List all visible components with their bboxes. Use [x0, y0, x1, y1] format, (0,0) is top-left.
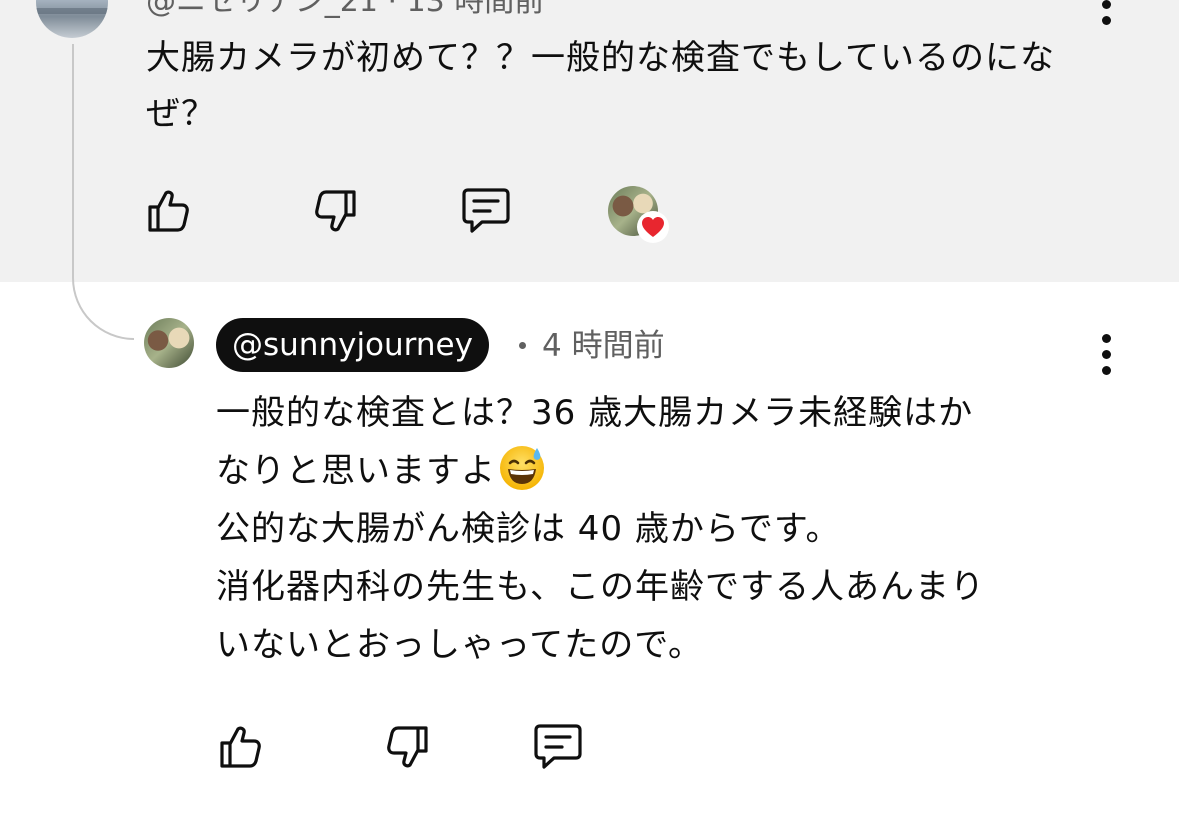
thumbs-up-icon[interactable]	[216, 722, 264, 770]
reply-line-with-emoji: なりと思いますよ	[216, 442, 1116, 500]
comment-header: @ニセリアン_21 · 13 時間前	[146, 0, 545, 19]
grinning-face-with-sweat-emoji	[500, 446, 544, 490]
reply-timestamp: 4 時間前	[542, 328, 665, 364]
more-options-icon[interactable]	[1086, 324, 1126, 384]
thumbs-down-icon[interactable]	[384, 724, 432, 772]
reply-comment-icon[interactable]	[460, 186, 512, 236]
separator-dot	[519, 342, 526, 349]
creator-heart-badge	[608, 186, 672, 244]
thread-connector-line	[72, 44, 134, 340]
thumbs-up-icon[interactable]	[144, 186, 192, 234]
comment-text: 大腸カメラが初めて？？一般的な検査でもしているのになぜ？	[146, 38, 1055, 134]
commenter-avatar[interactable]	[36, 0, 108, 38]
comment-thread: @ニセリアン_21 · 13 時間前 大腸カメラが初めて？？一般的な検査でもして…	[0, 0, 1179, 837]
reply-author-handle[interactable]: @sunnyjourney	[216, 318, 489, 372]
reply-text: 一般的な検査とは？36 歳大腸カメラ未経験はか なりと思いますよ 公的な大腸がん…	[216, 384, 1116, 674]
reply-comment-icon[interactable]	[532, 722, 584, 772]
highlighted-comment: @ニセリアン_21 · 13 時間前 大腸カメラが初めて？？一般的な検査でもして…	[0, 0, 1179, 282]
reply-author-avatar[interactable]	[144, 318, 194, 368]
reply-line: 公的な大腸がん検診は 40 歳からです。	[216, 509, 841, 549]
reply-line: なりと思いますよ	[216, 451, 496, 491]
reply-line: 一般的な検査とは？36 歳大腸カメラ未経験はか	[216, 393, 974, 433]
reply-line: 消化器内科の先生も、この年齢でする人あんまり	[216, 567, 985, 607]
heart-icon	[637, 211, 669, 243]
more-options-icon[interactable]	[1086, 0, 1126, 34]
reply-line: いないとおっしゃってたので。	[216, 625, 703, 665]
thumbs-down-icon[interactable]	[312, 188, 360, 236]
